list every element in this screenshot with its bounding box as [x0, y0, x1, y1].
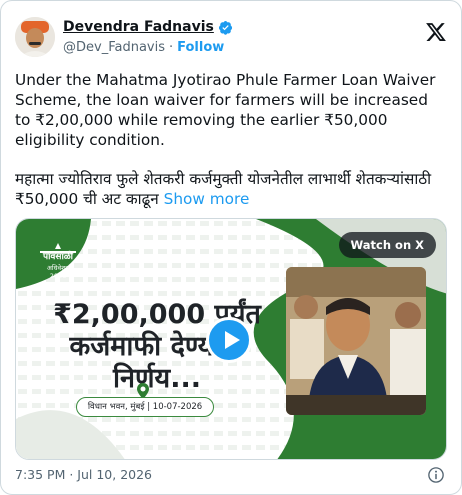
author-name-row: Devendra Fadnavis [63, 19, 233, 35]
tweet-text-marathi: महात्मा ज्योतिराव फुले शेतकरी कर्जमुक्ती… [15, 169, 447, 209]
tweet-text: Under the Mahatma Jyotirao Phule Farmer … [15, 70, 447, 209]
avatar[interactable] [15, 17, 55, 57]
speaker-photo [286, 267, 426, 415]
show-more-link[interactable]: Show more [164, 190, 250, 208]
watch-on-x-button[interactable]: Watch on X [338, 232, 436, 258]
follow-button[interactable]: Follow [177, 40, 224, 55]
badge-subtitle: अधिवेशन 2026 [32, 264, 84, 280]
tweet-card[interactable]: Devendra Fadnavis @Dev_Fadnavis · Follow… [0, 0, 462, 495]
headline-line-3: निर्णय... [113, 363, 201, 394]
timestamp-link[interactable]: 7:35 PM · Jul 10, 2026 [15, 467, 152, 482]
badge-year: 2026 [49, 272, 67, 280]
badge-title: पावसाळी [42, 252, 74, 262]
author-handle-row: @Dev_Fadnavis · Follow [63, 40, 224, 55]
author-name[interactable]: Devendra Fadnavis [63, 19, 214, 35]
x-logo-icon[interactable] [425, 21, 447, 43]
headline-line-1: ₹2,00,000 पर्यंत [53, 299, 261, 330]
tweet-text-english: Under the Mahatma Jyotirao Phule Farmer … [15, 71, 436, 149]
separator: · [169, 40, 174, 55]
tweet-footer: 7:35 PM · Jul 10, 2026 [15, 467, 447, 485]
info-icon[interactable] [427, 466, 445, 484]
badge-subtitle-text: अधिवेशन [46, 264, 70, 272]
video-media[interactable]: पावसाळी अधिवेशन 2026 ₹2,00,000 पर्यंत कर… [15, 218, 447, 460]
venue-label: विधान भवन, मुंबई | 10-07-2026 [76, 397, 214, 417]
verified-badge-icon [218, 20, 232, 35]
tweet-header: Devendra Fadnavis @Dev_Fadnavis · Follow [15, 15, 447, 65]
author-handle[interactable]: @Dev_Fadnavis [63, 40, 165, 55]
play-icon[interactable] [206, 317, 252, 363]
